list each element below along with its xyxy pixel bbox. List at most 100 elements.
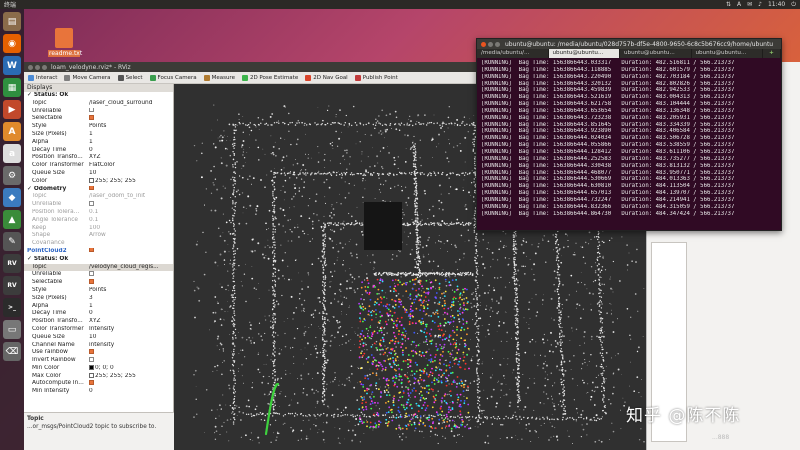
property-value[interactable]: /laser_odom_to_init (87, 193, 173, 201)
property-row[interactable]: Alpha 1 (24, 139, 173, 147)
checkbox[interactable] (89, 271, 94, 276)
color-swatch[interactable] (89, 364, 94, 370)
input-method-icon[interactable]: A (737, 1, 741, 8)
launcher-settings-icon[interactable]: ⚙ (3, 166, 21, 185)
property-value[interactable]: XYZ (87, 318, 173, 326)
property-row[interactable]: ✓ Status: Ok (24, 92, 173, 100)
property-value[interactable]: 1 (87, 139, 173, 147)
property-value[interactable]: /velodyne_cloud_regis... (87, 264, 173, 272)
property-value[interactable]: 3 (87, 295, 173, 303)
property-value[interactable]: 255; 255; 255 (87, 177, 173, 186)
property-row[interactable]: Topic/laser_cloud_surround (24, 100, 173, 108)
property-row[interactable]: Use rainbow (24, 349, 173, 357)
property-value[interactable] (87, 357, 173, 365)
desktop-file[interactable]: readme.txt (48, 28, 82, 57)
property-row[interactable]: Unreliable (24, 201, 173, 209)
property-row[interactable]: Topic/velodyne_cloud_regis... (24, 263, 173, 272)
launcher-amazon-icon[interactable]: a (3, 144, 21, 163)
property-value[interactable]: Arrow (87, 232, 173, 240)
launcher-impress-icon[interactable]: ▶ (3, 100, 21, 119)
property-row[interactable]: Topic/laser_odom_to_init (24, 193, 173, 201)
property-value[interactable]: 0 (87, 310, 173, 318)
maximize-icon[interactable] (42, 64, 47, 70)
network-icon[interactable]: ⇅ (726, 1, 731, 8)
launcher-trash-icon[interactable]: ⌫ (3, 342, 21, 361)
launcher-software-icon[interactable]: A (3, 122, 21, 141)
mail-icon[interactable]: ✉ (747, 1, 752, 8)
checkbox[interactable] (89, 380, 94, 385)
close-icon[interactable] (28, 64, 33, 70)
property-row[interactable]: Position Tolera... 0.1 (24, 209, 173, 217)
property-row[interactable]: PointCloud2 (24, 247, 173, 256)
property-value[interactable] (87, 256, 173, 264)
property-value[interactable] (87, 201, 173, 209)
property-value[interactable]: Intensity (87, 326, 173, 334)
volume-icon[interactable]: ♪ (758, 1, 762, 8)
property-value[interactable]: 10 (87, 334, 173, 342)
property-value[interactable] (87, 107, 173, 116)
launcher-files-icon[interactable]: ▤ (3, 12, 21, 31)
tool-select-button[interactable]: Select (117, 74, 143, 81)
property-row[interactable]: Unreliable (24, 271, 173, 279)
property-value[interactable]: FlatColor (87, 162, 173, 170)
property-value[interactable] (87, 271, 173, 279)
property-value[interactable] (87, 349, 173, 357)
tool-interact-button[interactable]: Interact (28, 74, 57, 81)
property-row[interactable]: Queue Size 10 (24, 170, 173, 178)
property-value[interactable] (87, 240, 173, 248)
property-row[interactable]: ✓ Status: Ok (24, 256, 173, 264)
property-row[interactable]: Unreliable (24, 107, 173, 116)
property-row[interactable]: Keep 100 (24, 225, 173, 233)
property-value[interactable]: 0.1 (87, 217, 173, 225)
property-value[interactable]: 0 (87, 388, 173, 396)
launcher-writer-icon[interactable]: W (3, 56, 21, 75)
property-row[interactable]: Decay Time 0 (24, 310, 173, 318)
new-tab-button[interactable]: + (763, 49, 781, 58)
minimize-icon[interactable] (35, 64, 40, 70)
property-value[interactable]: 100 (87, 225, 173, 233)
property-value[interactable]: 1 (87, 303, 173, 311)
launcher-terminal-icon[interactable]: >_ (3, 298, 21, 317)
terminal-tab[interactable]: ubuntu@ubuntu... (548, 49, 620, 58)
launcher-app-green-icon[interactable]: ▲ (3, 210, 21, 229)
launcher-rviz-1-icon[interactable]: RV (3, 254, 21, 273)
launcher-editor-icon[interactable]: ✎ (3, 232, 21, 251)
property-value[interactable]: Points (87, 287, 173, 295)
power-icon[interactable]: ⏻ (791, 1, 796, 9)
property-row[interactable]: ✓ Odometry (24, 185, 173, 194)
property-value[interactable]: intensity (87, 342, 173, 350)
property-row[interactable]: Channel Name intensity (24, 342, 173, 350)
tool-2d-pose-estimate-button[interactable]: 2D Pose Estimate (241, 74, 298, 81)
property-row[interactable]: Min Color 0; 0; 0 (24, 364, 173, 373)
launcher-firefox-icon[interactable]: ◉ (3, 34, 21, 53)
property-value[interactable] (87, 92, 173, 100)
tool-measure-button[interactable]: Measure (203, 74, 235, 81)
property-row[interactable]: Style Points (24, 287, 173, 295)
property-row[interactable]: Alpha 1 (24, 303, 173, 311)
property-row[interactable]: Style Points (24, 123, 173, 131)
property-value[interactable]: /laser_cloud_surround (87, 100, 173, 108)
terminal-tab[interactable]: ubuntu@ubuntu... (692, 49, 763, 58)
property-row[interactable]: Size (Pixels) 1 (24, 131, 173, 139)
close-icon[interactable] (481, 41, 486, 47)
property-value[interactable]: 0; 0; 0 (87, 364, 173, 373)
property-row[interactable]: Selectable (24, 115, 173, 123)
tool-publish-point-button[interactable]: Publish Point (354, 74, 398, 81)
checkbox[interactable] (89, 115, 94, 120)
property-row[interactable]: Autocompute In... (24, 380, 173, 388)
property-value[interactable] (87, 380, 173, 388)
color-swatch[interactable] (89, 177, 94, 183)
checkbox[interactable] (89, 279, 94, 284)
property-value[interactable] (87, 185, 173, 194)
property-value[interactable] (87, 247, 173, 256)
color-swatch[interactable] (89, 372, 94, 378)
property-value[interactable]: 255; 255; 255 (87, 372, 173, 381)
checkbox[interactable] (89, 185, 94, 191)
checkbox[interactable] (89, 107, 94, 113)
property-row[interactable]: Covariance (24, 240, 173, 248)
property-row[interactable]: Angle Tolerance 0.1 (24, 217, 173, 225)
checkbox[interactable] (89, 201, 94, 206)
property-value[interactable]: 1 (87, 131, 173, 139)
property-value[interactable] (87, 115, 173, 123)
property-value[interactable]: 0.1 (87, 209, 173, 217)
